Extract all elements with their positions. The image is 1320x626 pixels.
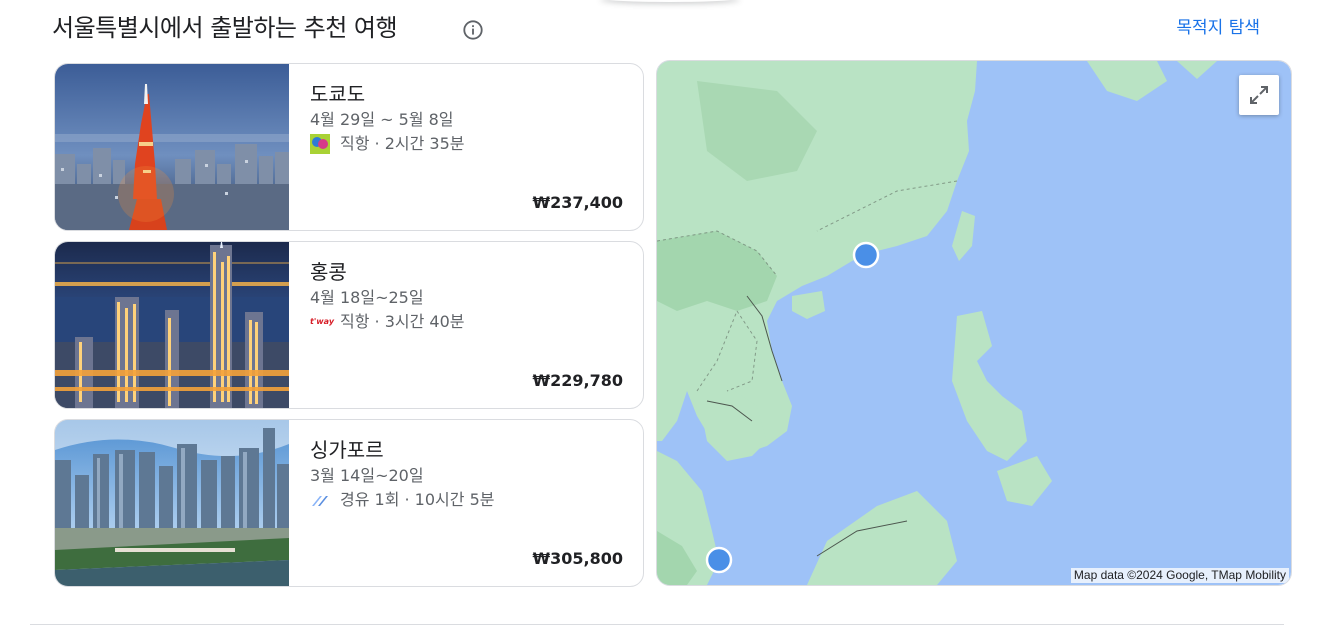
airline-logo-icon — [310, 134, 330, 154]
tokyo-photo — [55, 64, 289, 230]
destination-card-hong-kong[interactable]: 홍콩 4월 18일~25일 t'way 직항 · 3시간 40분 ₩229,78… — [54, 241, 644, 409]
destination-price: ₩237,400 — [532, 193, 623, 212]
map-attribution: Map data ©2024 Google, TMap Mobility — [1070, 568, 1289, 583]
expand-icon — [1250, 86, 1268, 104]
explore-destinations-link[interactable]: 목적지 탐색 — [1176, 16, 1260, 40]
destination-card-singapore[interactable]: 싱가포르 3월 14일~20일 경유 1회 · 10시간 5분 ₩305,800 — [54, 419, 644, 587]
destinations-map[interactable]: Map data ©2024 Google, TMap Mobility — [656, 60, 1292, 586]
destination-price: ₩229,780 — [532, 371, 623, 390]
destination-dates: 3월 14일~20일 — [310, 466, 424, 485]
destination-dates: 4월 18일~25일 — [310, 288, 424, 307]
multi-airline-icon — [312, 496, 328, 506]
singapore-photo — [55, 420, 289, 586]
page-title: 서울특별시에서 출발하는 추천 여행 — [52, 14, 398, 42]
flight-summary: 직항 · 3시간 40분 — [340, 312, 465, 331]
flight-summary: 경유 1회 · 10시간 5분 — [340, 490, 495, 509]
destination-list: 도쿄도 4월 29일 ~ 5월 8일 직항 · 2시간 35분 ₩237,400 — [54, 63, 644, 597]
bottom-divider — [30, 624, 1284, 625]
top-shadow — [600, 0, 740, 2]
destination-price: ₩305,800 — [532, 549, 623, 568]
flight-summary: 직항 · 2시간 35분 — [340, 134, 465, 153]
info-icon[interactable] — [462, 19, 484, 41]
destination-city: 도쿄도 — [310, 82, 366, 106]
expand-map-button[interactable] — [1239, 75, 1279, 115]
tway-logo-icon: t'way — [310, 317, 335, 326]
singapore-marker[interactable] — [705, 546, 733, 574]
map-canvas — [657, 61, 1291, 585]
flight-info: t'way 직항 · 3시간 40분 — [310, 310, 623, 334]
flight-info: 경유 1회 · 10시간 5분 — [310, 488, 623, 512]
destination-dates: 4월 29일 ~ 5월 8일 — [310, 110, 454, 129]
hong-kong-marker[interactable] — [852, 241, 880, 269]
flight-info: 직항 · 2시간 35분 — [310, 132, 623, 156]
destination-city: 홍콩 — [310, 260, 347, 284]
destination-city: 싱가포르 — [310, 438, 384, 462]
destination-card-tokyo[interactable]: 도쿄도 4월 29일 ~ 5월 8일 직항 · 2시간 35분 ₩237,400 — [54, 63, 644, 231]
hong-kong-photo — [55, 242, 289, 408]
